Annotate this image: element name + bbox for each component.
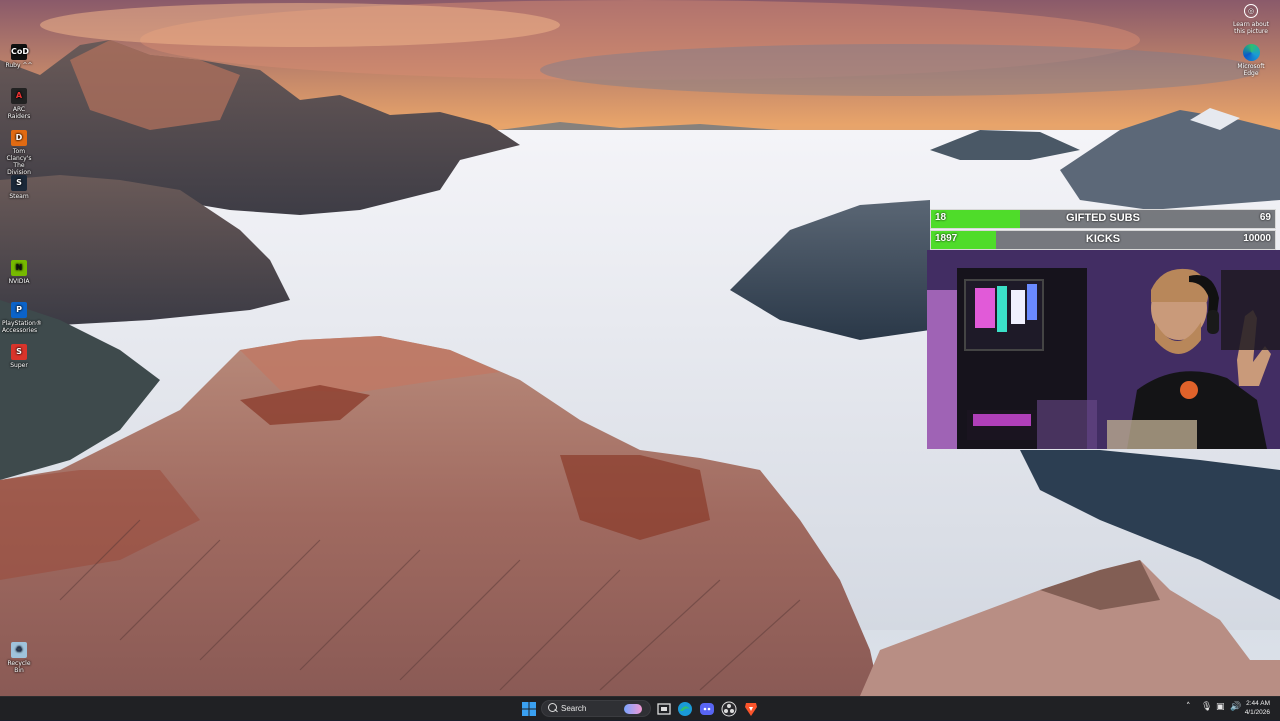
recycle-bin-icon: ♻: [11, 642, 27, 658]
camera-icon: ◎: [1244, 4, 1258, 18]
search-placeholder: Search: [561, 704, 587, 713]
desktop-icon-recycle-bin[interactable]: ♻ Recycle Bin: [2, 642, 36, 674]
steam-icon: S: [11, 175, 27, 191]
desktop-icon-steam[interactable]: S Steam: [2, 175, 36, 200]
search-highlight-icon: [624, 704, 642, 714]
playstation-icon: P: [11, 302, 27, 318]
desktop-icon-label: ARC Raiders: [7, 106, 31, 120]
edge-icon: [678, 702, 692, 716]
brave-icon: [745, 703, 757, 716]
obs-icon: [721, 701, 737, 717]
desktop-icon-edge[interactable]: Microsoft Edge: [1230, 44, 1272, 77]
desktop-icon-label: Ruby ^^: [5, 62, 33, 69]
division-icon: D: [11, 130, 27, 146]
desktop-icon-arc-raiders[interactable]: A ARC Raiders: [2, 88, 36, 120]
task-view-button[interactable]: [656, 701, 672, 717]
goal-row-kicks: 1897 KICKS 10000: [930, 230, 1276, 250]
goal-row-gifted-subs: 18 GIFTED SUBS 69: [930, 209, 1276, 229]
desktop-icon-label: PlayStation® Accessories: [2, 320, 42, 334]
desktop-icon-label: Microsoft Edge: [1237, 63, 1265, 77]
stream-goals-overlay: 18 GIFTED SUBS 69 1897 KICKS 10000: [930, 209, 1276, 250]
learn-about-picture[interactable]: ◎ Learn about this picture: [1230, 4, 1272, 35]
desktop-icon-nvidia[interactable]: N NVIDIA: [2, 260, 36, 285]
start-button[interactable]: [521, 701, 537, 717]
goal-label: KICKS: [1085, 233, 1121, 245]
taskbar-clock[interactable]: 2:44 AM 4/1/2026: [1245, 699, 1270, 717]
arc-raiders-icon: A: [11, 88, 27, 104]
edge-icon: [1242, 44, 1260, 61]
desktop-icon-label: Recycle Bin: [7, 660, 31, 674]
taskbar-search[interactable]: Search: [541, 700, 651, 717]
taskbar-discord[interactable]: [699, 701, 715, 717]
task-view-icon: [657, 703, 671, 715]
microphone-icon[interactable]: 🎙: [1201, 702, 1212, 712]
clock-time: 2:44 AM: [1246, 700, 1270, 707]
desktop-icon-label: Super: [10, 362, 28, 369]
tray-overflow-chevron-icon[interactable]: ˄: [1186, 702, 1191, 712]
call-of-duty-icon: CoD: [11, 44, 29, 60]
goal-label: GIFTED SUBS: [1066, 212, 1140, 224]
taskbar-brave[interactable]: [743, 701, 759, 717]
desktop-icon-label: NVIDIA: [8, 278, 30, 285]
nvidia-icon: N: [11, 260, 27, 276]
search-icon-handle: [554, 708, 558, 713]
desktop-icon-super[interactable]: S Super: [2, 344, 36, 369]
webcam-overlay: [927, 250, 1280, 449]
taskbar-edge[interactable]: [677, 701, 693, 717]
volume-icon[interactable]: 🔊: [1230, 702, 1241, 712]
discord-icon: [700, 703, 714, 715]
desktop-icon-label: Tom Clancy's The Division: [6, 148, 32, 176]
desktop-icon-playstation[interactable]: P PlayStation® Accessories: [2, 302, 42, 334]
super-icon: S: [11, 344, 27, 360]
taskbar: Search ˄ 🎙 ▣ 🔊 2:44 AM 4/1/2026: [0, 696, 1280, 720]
goal-target: 69: [1259, 212, 1271, 223]
windows-logo-icon: [522, 702, 536, 716]
desktop: CoD Ruby ^^ A ARC Raiders D Tom Clancy's…: [0, 0, 1280, 696]
desktop-icon-label: Steam: [9, 193, 29, 200]
learn-about-picture-label: Learn about this picture: [1233, 21, 1269, 35]
clock-date: 4/1/2026: [1244, 709, 1270, 716]
desktop-icon-ruby[interactable]: CoD Ruby ^^: [2, 44, 36, 69]
network-icon[interactable]: ▣: [1216, 702, 1225, 712]
desktop-icon-division[interactable]: D Tom Clancy's The Division: [2, 130, 36, 176]
goal-target: 10000: [1243, 233, 1271, 244]
taskbar-obs[interactable]: [721, 701, 737, 717]
